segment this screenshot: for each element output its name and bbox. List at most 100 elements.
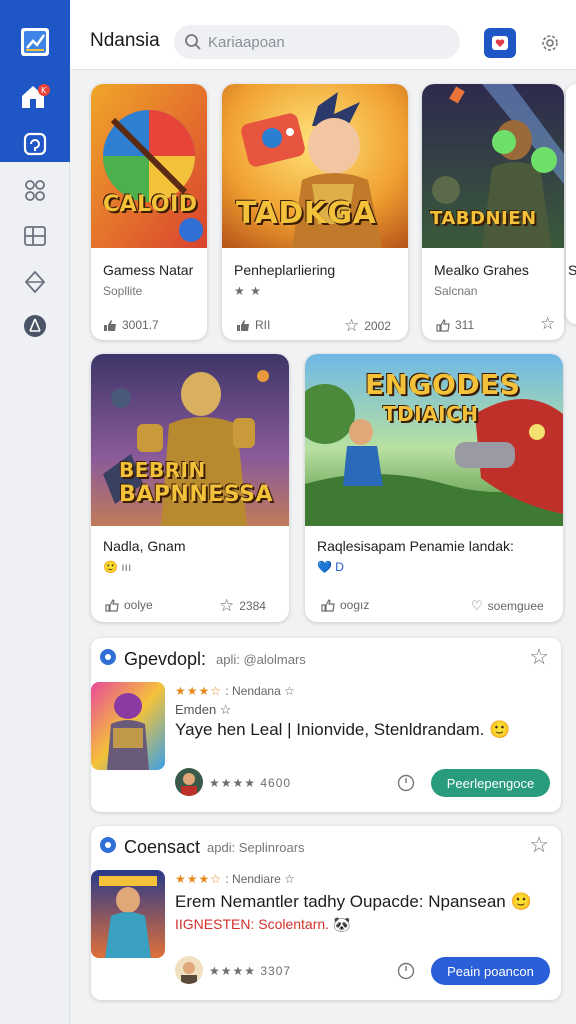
- post-meta: apli: @alolmars: [216, 652, 306, 667]
- favorite-button[interactable]: ☆: [540, 314, 555, 334]
- game-card[interactable]: TABDNIEN Mealko Grahes Salcnan 311 ☆: [422, 84, 564, 340]
- clock-icon[interactable]: [397, 774, 415, 792]
- star-outline-icon: ☆: [344, 316, 360, 335]
- game-card[interactable]: CALOID Gamess Natar Sopllite 3001.7: [91, 84, 207, 340]
- rating-stars: ★★★☆: [175, 684, 223, 698]
- post-body: Yaye hen Leal | Inionvide, Stenldrandam.…: [175, 720, 511, 739]
- sidebar-item-home[interactable]: K: [0, 74, 70, 118]
- app-badge-icon: [100, 649, 116, 665]
- game-saves[interactable]: ♡ soemguee: [471, 598, 544, 614]
- game-art-title-1: BEBRIN: [119, 458, 206, 482]
- game-card[interactable]: ENGODES TDIAICH Raqlesisapam Penamie lan…: [305, 354, 563, 622]
- avatar[interactable]: [175, 956, 203, 984]
- game-art: [91, 84, 207, 248]
- game-card-partial[interactable]: S: [566, 84, 576, 324]
- game-title: Raqlesisapam Penamie landak:: [317, 538, 514, 554]
- game-subtitle: Sopllite: [103, 284, 143, 298]
- footer-rating: ★★★★ 3307: [209, 964, 291, 978]
- game-title: Penheplarliering: [234, 262, 336, 278]
- game-card[interactable]: TADKGA Penheplarliering ★ ★ RII ☆ 2002: [222, 84, 408, 340]
- post-author[interactable]: Coensact: [124, 837, 200, 858]
- home-icon: K: [22, 84, 50, 108]
- rating-label: : Nendana ☆: [225, 684, 295, 698]
- likes-count: oogız: [340, 598, 370, 612]
- network-icon: [24, 315, 46, 337]
- primary-action-button[interactable]: Peain poancon: [431, 957, 550, 985]
- sidebar-item-library[interactable]: [0, 214, 70, 258]
- post-thumbnail[interactable]: [91, 870, 165, 958]
- group-icon: [25, 180, 45, 201]
- game-art-title: TABDNIEN: [430, 208, 537, 229]
- likes-count: 311: [455, 318, 475, 332]
- post-author[interactable]: Gpevdopl:: [124, 649, 206, 670]
- game-likes[interactable]: 311: [436, 318, 474, 332]
- star-outline-icon: ☆: [219, 596, 235, 615]
- game-title: Nadla, Gnam: [103, 538, 186, 554]
- search-icon: [185, 34, 201, 50]
- settings-button[interactable]: [534, 28, 566, 58]
- star-outline-icon[interactable]: ☆: [529, 644, 549, 670]
- footer-rating-text: ★★★★ 3307: [209, 964, 292, 978]
- search-input[interactable]: [208, 33, 438, 51]
- thumbs-up-icon: [104, 319, 116, 331]
- game-subtitle: 🙂 ııı: [103, 560, 132, 574]
- game-likes[interactable]: 3001.7: [103, 318, 159, 332]
- thumbs-up-icon: [436, 318, 450, 332]
- grid-icon: [24, 226, 46, 246]
- game-subtitle: ★ ★: [234, 284, 262, 298]
- footer-rating: ★★★★ 4600: [209, 776, 291, 790]
- heart-outline-icon: ♡: [471, 598, 483, 613]
- game-likes[interactable]: RII: [236, 318, 270, 332]
- post-card[interactable]: Gpevdopl: apli: @alolmars ☆ ★★★☆ : Nenda…: [91, 638, 561, 812]
- clock-icon[interactable]: [397, 962, 415, 980]
- search-bar[interactable]: [174, 25, 460, 59]
- post-meta: apdi: Seplinroars: [207, 840, 305, 855]
- app-title: Ndansia: [90, 30, 160, 51]
- likes-count: RII: [255, 318, 271, 332]
- post-thumbnail[interactable]: [91, 682, 165, 770]
- game-card[interactable]: BEBRIN BAPNNESSA Nadla, Gnam 🙂 ııı oolye…: [91, 354, 289, 622]
- sidebar-item-messages[interactable]: [0, 122, 70, 166]
- game-art-title-1: ENGODES: [365, 368, 521, 401]
- game-art-title-2: BAPNNESSA: [119, 482, 273, 507]
- gear-icon: [542, 35, 558, 51]
- sidebar-item-network[interactable]: [0, 304, 70, 348]
- chat-icon: [23, 132, 47, 156]
- avatar[interactable]: [175, 768, 203, 796]
- game-subtitle: Salcnan: [434, 284, 478, 298]
- thumbs-up-icon: [105, 598, 119, 612]
- star-outline-icon: ☆: [540, 314, 556, 333]
- post-rating: ★★★☆ : Nendana ☆: [175, 684, 295, 698]
- sidebar-item-people[interactable]: [0, 168, 70, 212]
- favorites-count: 2002: [364, 319, 391, 333]
- pin-icon: [24, 270, 46, 294]
- rating-stars: ★★★☆: [175, 872, 223, 886]
- post-body: Erem Nemantler tadhy Oupacde: Npansean 🙂: [175, 892, 532, 911]
- top-header: Ndansia: [70, 0, 576, 70]
- app-badge-icon: [100, 837, 116, 853]
- game-likes[interactable]: oolye: [105, 598, 153, 612]
- saves-count: soemguee: [487, 599, 544, 613]
- game-art-title: CALOID: [103, 192, 198, 217]
- post-card[interactable]: Coensact apdi: Seplinroars ☆ ★★★☆ : Nend…: [91, 826, 561, 1000]
- thumbs-up-icon: [237, 319, 249, 331]
- game-likes[interactable]: oogız: [321, 598, 369, 612]
- game-favorites[interactable]: ☆ 2384: [219, 596, 266, 616]
- primary-action-button[interactable]: Peerlepengoce: [431, 769, 550, 797]
- rating-label: : Nendiare ☆: [225, 872, 295, 886]
- game-title: Mealko Grahes: [434, 262, 529, 278]
- likes-count: oolye: [124, 598, 153, 612]
- notifications-button[interactable]: [484, 28, 516, 58]
- sidebar-item-dashboard[interactable]: [0, 20, 70, 64]
- heart-badge-icon: [492, 36, 508, 50]
- game-title: S: [568, 262, 576, 278]
- game-favorites[interactable]: ☆ 2002: [344, 316, 391, 336]
- footer-rating-text: ★★★★ 4600: [209, 776, 292, 790]
- post-highlight: IIGNESTEN: Scolentarn. 🐼: [175, 916, 351, 932]
- game-art-title: TADKGA: [236, 196, 377, 231]
- game-art-title-2: TDIAICH: [383, 402, 479, 426]
- sidebar-item-explore[interactable]: [0, 260, 70, 304]
- favorites-count: 2384: [239, 599, 266, 613]
- star-outline-icon[interactable]: ☆: [529, 832, 549, 858]
- post-sub: Emden ☆: [175, 702, 232, 717]
